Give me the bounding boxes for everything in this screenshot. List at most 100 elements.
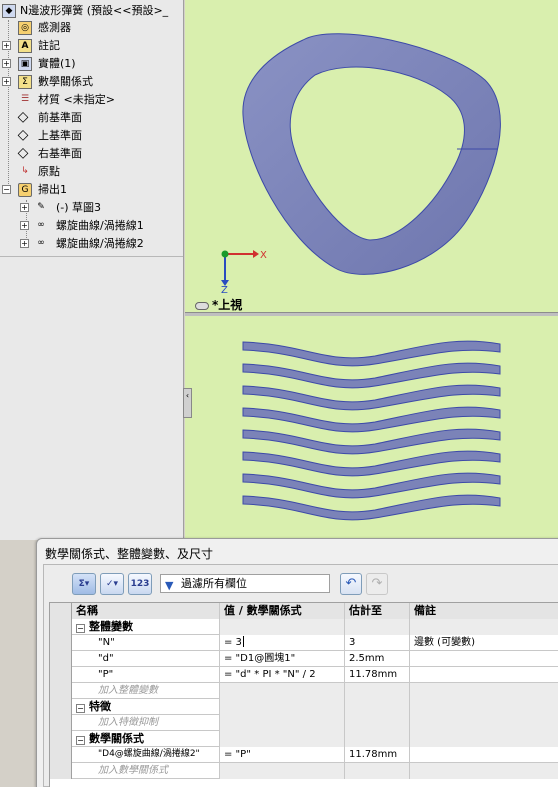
add-feature-suppression[interactable]: 加入特徵抑制 xyxy=(72,715,220,731)
variable-value[interactable]: = "D1@圓塊1" xyxy=(220,651,345,667)
tree-item-label: 螺旋曲線/渦捲線2 xyxy=(56,237,144,250)
equations-icon: Σ xyxy=(18,75,32,89)
tree-item-label: 螺旋曲線/渦捲線1 xyxy=(56,219,144,232)
expand-icon[interactable]: + xyxy=(2,59,11,68)
empty-cell xyxy=(345,763,410,779)
empty-cell xyxy=(410,715,558,731)
expand-icon[interactable]: + xyxy=(20,239,29,248)
equations-dialog[interactable]: 數學關係式、整體變數、及尺寸 Σ▾ ✓▾ 123 ▼ 過濾所有欄位 ↶ ↷ 名稱… xyxy=(36,538,558,787)
evaluated-value: 11.78mm xyxy=(345,667,410,683)
coil-5 xyxy=(242,450,501,477)
empty-cell xyxy=(345,683,410,699)
expand-icon[interactable]: + xyxy=(2,41,11,50)
variable-name[interactable]: "N" xyxy=(72,635,220,651)
coil-2 xyxy=(242,384,501,411)
redo-button[interactable]: ↷ xyxy=(366,573,388,595)
x-axis-arrow xyxy=(253,250,259,258)
row-header xyxy=(50,667,72,683)
equation-name[interactable]: "D4@螺旋曲線/渦捲線2" xyxy=(72,747,220,763)
section-title[interactable]: − 數學關係式 xyxy=(72,731,220,747)
tree-root-label: N邊波形彈簧 (預設<<預設>_ xyxy=(20,4,169,17)
undo-button[interactable]: ↶ xyxy=(340,573,362,595)
feature-tree[interactable]: ◆ N邊波形彈簧 (預設<<預設>_ ◎ 感測器 + A 註記 + ▣ 實體(1… xyxy=(0,0,184,540)
collapse-icon[interactable]: − xyxy=(76,736,85,745)
collapse-icon[interactable]: − xyxy=(2,185,11,194)
comment[interactable] xyxy=(410,651,558,667)
column-header-comments[interactable]: 備註 xyxy=(410,603,558,619)
filter-icon: ▼ xyxy=(165,579,174,592)
top-view-canvas[interactable]: X Z xyxy=(185,0,558,313)
spring-ring-top[interactable] xyxy=(242,33,501,275)
tree-item-label: 右基準面 xyxy=(38,147,82,160)
variable-value[interactable]: = "d" * PI * "N" / 2 xyxy=(220,667,345,683)
link-views-icon[interactable] xyxy=(195,301,209,310)
tree-item-label: 原點 xyxy=(38,165,60,178)
comment[interactable]: 邊數 (可變數) xyxy=(410,635,558,651)
add-global-variable[interactable]: 加入整體變數 xyxy=(72,683,220,699)
plane-icon: ◇ xyxy=(17,127,29,143)
add-feature-suppression-row[interactable]: 加入特徵抑制 xyxy=(50,715,558,731)
filter-field[interactable]: ▼ 過濾所有欄位 xyxy=(160,574,330,593)
column-header-value[interactable]: 值 / 數學關係式 xyxy=(220,603,345,619)
sensor-icon: ◎ xyxy=(18,21,32,35)
annotations-icon: A xyxy=(18,39,32,53)
variable-name[interactable]: "P" xyxy=(72,667,220,683)
section-features[interactable]: − 特徵 xyxy=(50,699,558,715)
expand-icon[interactable]: + xyxy=(2,77,11,86)
row-header xyxy=(50,635,72,651)
tree-item-label: 掃出1 xyxy=(38,183,67,196)
spring-coils[interactable] xyxy=(242,340,501,521)
column-header-name[interactable]: 名稱 xyxy=(72,603,220,619)
empty-cell xyxy=(220,699,345,715)
tree-item-label: 實體(1) xyxy=(38,57,76,70)
helix-icon: ∞ xyxy=(37,220,45,230)
coil-1 xyxy=(242,362,501,389)
empty-cell xyxy=(220,619,345,635)
plane-icon: ◇ xyxy=(17,145,29,161)
add-equation-row[interactable]: 加入數學關係式 xyxy=(50,763,558,779)
section-global-variables[interactable]: − 整體變數 xyxy=(50,619,558,635)
add-global-variable-row[interactable]: 加入整體變數 xyxy=(50,683,558,699)
empty-cell xyxy=(410,763,558,779)
tree-divider xyxy=(0,256,183,257)
empty-cell xyxy=(410,699,558,715)
collapse-icon[interactable]: − xyxy=(76,624,85,633)
section-title-text: 整體變數 xyxy=(89,620,133,633)
coil-3 xyxy=(242,406,501,433)
section-title[interactable]: − 特徵 xyxy=(72,699,220,715)
expand-icon[interactable]: + xyxy=(20,203,29,212)
coil-6 xyxy=(242,472,501,499)
coil-4 xyxy=(242,428,501,455)
add-equation[interactable]: 加入數學關係式 xyxy=(72,763,220,779)
equation-view-button[interactable]: Σ▾ xyxy=(72,573,96,595)
sketch-equation-view-button[interactable]: ✓▾ xyxy=(100,573,124,595)
view-name: *上視 xyxy=(212,298,243,312)
equations-table[interactable]: 名稱 值 / 數學關係式 估計至 備註 − 整體變數 "N" = 3 3 邊數 (… xyxy=(49,602,558,787)
tree-item-label: 感測器 xyxy=(38,21,71,34)
dimension-view-button[interactable]: 123 xyxy=(128,573,152,595)
section-title[interactable]: − 整體變數 xyxy=(72,619,220,635)
expand-icon[interactable]: + xyxy=(20,221,29,230)
y-axis-dot xyxy=(221,250,229,258)
section-equations[interactable]: − 數學關係式 xyxy=(50,731,558,747)
panel-collapse-handle[interactable]: ‹ xyxy=(183,388,192,418)
variable-value[interactable]: = 3 xyxy=(220,635,345,651)
row-header xyxy=(50,715,72,731)
collapse-icon[interactable]: − xyxy=(76,704,85,713)
value-text: = 3 xyxy=(224,637,242,648)
empty-cell xyxy=(220,683,345,699)
viewport-top[interactable]: X Z *上視 xyxy=(185,0,558,313)
table-row[interactable]: "D4@螺旋曲線/渦捲線2" = "P" 11.78mm xyxy=(50,747,558,763)
viewport-front[interactable] xyxy=(185,316,558,540)
equation-value[interactable]: = "P" xyxy=(220,747,345,763)
sweep-icon: G xyxy=(18,183,32,197)
empty-cell xyxy=(220,763,345,779)
front-view-canvas[interactable] xyxy=(185,316,558,540)
table-row[interactable]: "N" = 3 3 邊數 (可變數) xyxy=(50,635,558,651)
comment[interactable] xyxy=(410,747,558,763)
column-header-evaluates[interactable]: 估計至 xyxy=(345,603,410,619)
variable-name[interactable]: "d" xyxy=(72,651,220,667)
table-row[interactable]: "d" = "D1@圓塊1" 2.5mm xyxy=(50,651,558,667)
table-row[interactable]: "P" = "d" * PI * "N" / 2 11.78mm xyxy=(50,667,558,683)
comment[interactable] xyxy=(410,667,558,683)
